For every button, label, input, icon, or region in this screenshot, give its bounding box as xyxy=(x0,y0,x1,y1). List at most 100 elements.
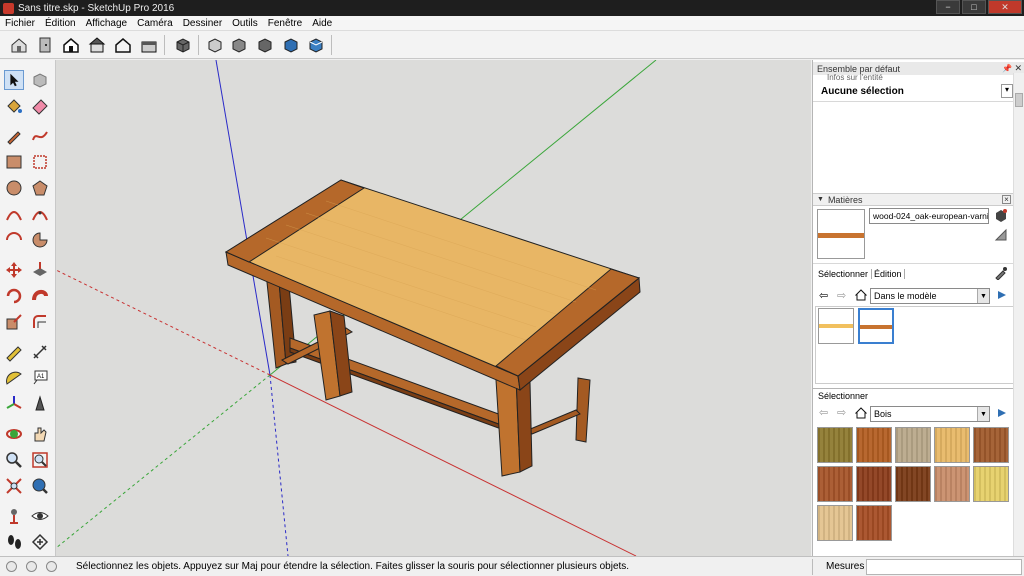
paint-bucket-icon[interactable] xyxy=(4,96,24,116)
house-roof-icon[interactable] xyxy=(88,36,106,54)
orbit-icon[interactable] xyxy=(4,424,24,444)
home-icon[interactable] xyxy=(855,289,867,301)
close-materials-icon[interactable]: × xyxy=(1002,195,1011,204)
box-textured-icon[interactable] xyxy=(307,36,325,54)
library-material-swatch[interactable] xyxy=(856,505,892,541)
tab-select[interactable]: Sélectionner xyxy=(818,269,868,279)
pan-icon[interactable] xyxy=(30,424,50,444)
maximize-button[interactable]: □ xyxy=(962,0,986,14)
position-camera-icon[interactable] xyxy=(4,506,24,526)
collection-select-library[interactable]: Bois ▼ xyxy=(870,406,990,422)
details-arrow-icon[interactable] xyxy=(996,407,1008,419)
menu-outils[interactable]: Outils xyxy=(227,18,263,29)
library-material-swatch[interactable] xyxy=(895,466,931,502)
pencil-icon[interactable] xyxy=(4,126,24,146)
forward-arrow-icon[interactable]: ⇨ xyxy=(837,406,846,419)
follow-me-icon[interactable] xyxy=(30,286,50,306)
offset-icon[interactable] xyxy=(30,312,50,332)
pin-icon[interactable]: 📌 xyxy=(1002,64,1012,73)
circle-icon[interactable] xyxy=(4,178,24,198)
arc-3-icon[interactable] xyxy=(4,230,24,250)
scrollbar-thumb[interactable] xyxy=(1015,93,1023,107)
menu-fichier[interactable]: Fichier xyxy=(0,18,40,29)
look-around-icon[interactable] xyxy=(30,506,50,526)
move-icon[interactable] xyxy=(4,260,24,280)
library-material-swatch[interactable] xyxy=(973,466,1009,502)
library-material-swatch[interactable] xyxy=(817,466,853,502)
library-material-swatch[interactable] xyxy=(895,427,931,463)
house-front-icon[interactable] xyxy=(62,36,80,54)
tape-measure-icon[interactable] xyxy=(4,342,24,362)
entity-info-header[interactable]: Infos sur l'entité xyxy=(813,73,1013,81)
eraser-icon[interactable] xyxy=(30,96,50,116)
details-arrow-icon[interactable] xyxy=(996,289,1008,301)
credits-icon[interactable] xyxy=(26,561,37,572)
3d-text-icon[interactable] xyxy=(30,394,50,414)
back-arrow-icon[interactable]: ⇦ xyxy=(819,289,828,302)
collection-select-model[interactable]: Dans le modèle ▼ xyxy=(870,288,990,304)
box-shaded-icon[interactable] xyxy=(282,36,300,54)
walk-icon[interactable] xyxy=(4,532,24,552)
door-icon[interactable] xyxy=(36,36,54,54)
library-material-swatch[interactable] xyxy=(934,466,970,502)
tray-scrollbar[interactable] xyxy=(1013,73,1024,556)
entity-info-toggle-icon[interactable]: ▾ xyxy=(1001,84,1013,98)
geo-location-icon[interactable] xyxy=(6,561,17,572)
house-side-icon[interactable] xyxy=(140,36,158,54)
table-stretcher-right[interactable] xyxy=(527,409,581,435)
table-leg-back-right[interactable] xyxy=(575,377,591,443)
menu-dessiner[interactable]: Dessiner xyxy=(178,18,227,29)
house-icon[interactable] xyxy=(10,36,28,54)
section-plane-icon[interactable] xyxy=(30,532,50,552)
menu-edition[interactable]: Édition xyxy=(40,18,81,29)
component-icon[interactable] xyxy=(30,70,50,90)
scene-canvas[interactable] xyxy=(56,60,811,556)
default-material-icon[interactable] xyxy=(994,228,1008,242)
tab-edit[interactable]: Édition xyxy=(871,269,905,279)
rectangle-icon[interactable] xyxy=(4,152,24,172)
user-account-icon[interactable] xyxy=(46,561,57,572)
rotated-rectangle-icon[interactable] xyxy=(30,152,50,172)
box-hidden-icon[interactable] xyxy=(256,36,274,54)
zoom-extents-icon[interactable] xyxy=(4,476,24,496)
library-material-swatch[interactable] xyxy=(856,466,892,502)
library-material-swatch[interactable] xyxy=(817,427,853,463)
material-name-field[interactable]: wood-024_oak-european-varnisl xyxy=(869,208,989,224)
materials-header[interactable]: ▼ Matières × xyxy=(813,193,1013,206)
box-iso-icon[interactable] xyxy=(174,36,192,54)
measurements-input[interactable] xyxy=(866,559,1022,575)
library-material-swatch[interactable] xyxy=(934,427,970,463)
box-wireframe-icon[interactable] xyxy=(230,36,248,54)
zoom-window-icon[interactable] xyxy=(30,450,50,470)
wooden-table-model[interactable] xyxy=(224,179,641,477)
menu-affichage[interactable]: Affichage xyxy=(81,18,133,29)
home-icon[interactable] xyxy=(855,407,867,419)
library-material-swatch[interactable] xyxy=(817,505,853,541)
model-viewport[interactable] xyxy=(56,60,811,556)
previous-view-icon[interactable] xyxy=(30,476,50,496)
push-pull-icon[interactable] xyxy=(30,260,50,280)
menu-camera[interactable]: Caméra xyxy=(132,18,178,29)
library-material-swatch[interactable] xyxy=(973,427,1009,463)
menu-aide[interactable]: Aide xyxy=(307,18,337,29)
menu-fenetre[interactable]: Fenêtre xyxy=(263,18,307,29)
create-material-icon[interactable] xyxy=(994,208,1008,222)
pie-icon[interactable] xyxy=(30,230,50,250)
protractor-icon[interactable] xyxy=(4,368,24,388)
axes-icon[interactable] xyxy=(4,394,24,414)
back-arrow-icon[interactable]: ⇦ xyxy=(819,406,828,419)
model-material-swatch[interactable] xyxy=(858,308,894,344)
eyedropper-icon[interactable] xyxy=(994,266,1008,280)
freehand-icon[interactable] xyxy=(30,126,50,146)
dimension-icon[interactable] xyxy=(30,342,50,362)
arc-icon[interactable] xyxy=(4,204,24,224)
arc-2-icon[interactable] xyxy=(30,204,50,224)
text-icon[interactable]: A1 xyxy=(30,368,50,388)
library-material-swatch[interactable] xyxy=(856,427,892,463)
polygon-icon[interactable] xyxy=(30,178,50,198)
forward-arrow-icon[interactable]: ⇨ xyxy=(837,289,846,302)
rotate-icon[interactable] xyxy=(4,286,24,306)
minimize-button[interactable]: − xyxy=(936,0,960,14)
box-x-ray-icon[interactable] xyxy=(206,36,224,54)
model-material-swatch[interactable] xyxy=(818,308,854,344)
